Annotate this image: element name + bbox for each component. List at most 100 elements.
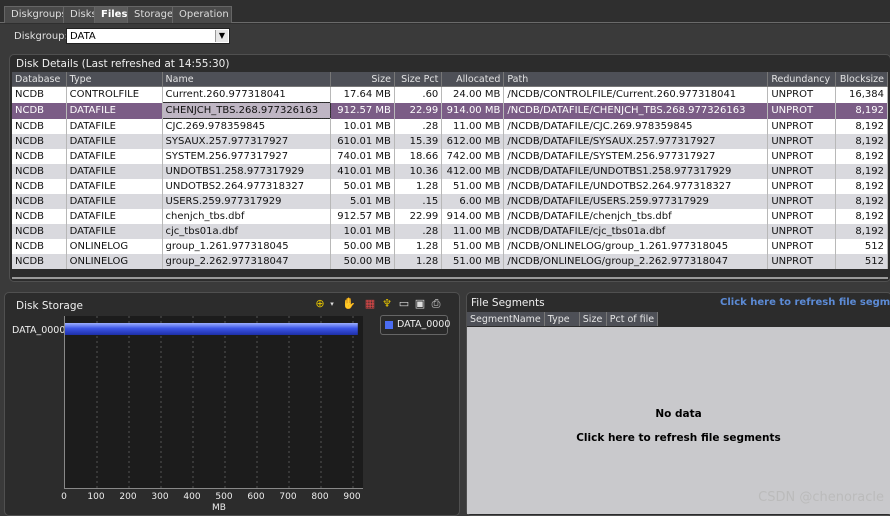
col-size-pct[interactable]: Size Pct bbox=[394, 72, 443, 87]
cell-type: ONLINELOG bbox=[66, 239, 163, 254]
col-path[interactable]: Path bbox=[503, 72, 769, 87]
cell-size: 10.01 MB bbox=[330, 118, 395, 134]
zoom-icon[interactable]: ⊕ bbox=[314, 298, 326, 310]
cell-type: DATAFILE bbox=[66, 164, 163, 179]
cell-path: /NCDB/DATAFILE/CJC.269.978359845 bbox=[503, 118, 769, 134]
chart-type-icon[interactable]: ▦ bbox=[364, 298, 376, 310]
cell-path: /NCDB/DATAFILE/chenjch_tbs.dbf bbox=[503, 209, 769, 224]
cell-size: 912.57 MB bbox=[330, 209, 395, 224]
file-segments-title: File Segments bbox=[471, 297, 545, 309]
cell-blocksize: 512 bbox=[835, 239, 888, 254]
cell-path: /NCDB/ONLINELOG/group_2.262.977318047 bbox=[503, 254, 769, 269]
cell-redundancy: UNPROT bbox=[767, 254, 837, 269]
cell-allocated: 914.00 MB bbox=[441, 209, 505, 224]
cell-size-pct: 1.28 bbox=[394, 179, 443, 194]
cell-name: Current.260.977318041 bbox=[162, 86, 331, 103]
cell-blocksize: 8,192 bbox=[835, 134, 888, 149]
cell-blocksize: 8,192 bbox=[835, 194, 888, 209]
col-seg-size[interactable]: Size bbox=[579, 312, 607, 326]
table-row[interactable]: NCDB DATAFILE CJC.269.978359845 10.01 MB .28… bbox=[12, 118, 888, 134]
table-row[interactable]: NCDB DATAFILE UNDOTBS1.258.977317929 410.01… bbox=[12, 164, 888, 179]
x-tick-label: 900 bbox=[343, 492, 361, 502]
refresh-file-segment-link[interactable]: Click here to refresh file segment bbox=[720, 297, 890, 308]
cell-blocksize: 8,192 bbox=[835, 118, 888, 134]
cell-allocated: 412.00 MB bbox=[441, 164, 505, 179]
col-seg-type[interactable]: Type bbox=[544, 312, 580, 326]
table-row[interactable]: NCDB ONLINELOG group_2.262.977318047 50.00 … bbox=[12, 254, 888, 269]
cell-size: 410.01 MB bbox=[330, 164, 395, 179]
table-header-row: Database Type Name Size Size Pct Allocat… bbox=[12, 72, 888, 87]
cell-size-pct: 22.99 bbox=[394, 209, 443, 224]
cell-database: NCDB bbox=[12, 239, 67, 254]
cell-allocated: 914.00 MB bbox=[441, 102, 505, 119]
cell-name: chenjch_tbs.dbf bbox=[162, 209, 331, 224]
col-pct-of-file[interactable]: Pct of file bbox=[606, 312, 659, 326]
x-tick-label: 400 bbox=[183, 492, 201, 502]
cell-size: 10.01 MB bbox=[330, 224, 395, 239]
cell-blocksize: 8,192 bbox=[835, 179, 888, 194]
tab-operation[interactable]: Operation bbox=[172, 6, 232, 23]
legend-swatch bbox=[385, 321, 393, 329]
cell-size-pct: .60 bbox=[394, 86, 443, 103]
x-tick-label: 100 bbox=[87, 492, 105, 502]
cell-allocated: 51.00 MB bbox=[441, 239, 505, 254]
cell-database: NCDB bbox=[12, 254, 67, 269]
cell-size-pct: 18.66 bbox=[394, 149, 443, 164]
cell-name: SYSTEM.256.977317927 bbox=[162, 149, 331, 164]
col-segment-name[interactable]: SegmentName bbox=[467, 312, 545, 326]
col-type[interactable]: Type bbox=[66, 72, 163, 87]
table-row[interactable]: NCDB DATAFILE SYSTEM.256.977317927 740.01 M… bbox=[12, 149, 888, 164]
chevron-down-icon[interactable]: ▾ bbox=[326, 298, 338, 310]
cell-path: /NCDB/DATAFILE/SYSAUX.257.977317927 bbox=[503, 134, 769, 149]
cell-name: cjc_tbs01a.dbf bbox=[162, 224, 331, 239]
legend-label: DATA_0000 bbox=[397, 319, 451, 330]
table-row[interactable]: NCDB DATAFILE CHENJCH_TBS.268.977326163 912… bbox=[12, 102, 888, 119]
x-tick-label: 800 bbox=[311, 492, 329, 502]
chevron-down-icon[interactable]: ▼ bbox=[215, 30, 228, 42]
cell-database: NCDB bbox=[12, 209, 67, 224]
cell-size-pct: 22.99 bbox=[394, 102, 443, 119]
cell-size-pct: .28 bbox=[394, 224, 443, 239]
cell-database: NCDB bbox=[12, 179, 67, 194]
chart-bar[interactable] bbox=[65, 323, 358, 335]
hand-pan-icon[interactable]: ✋ bbox=[342, 298, 356, 310]
table-row[interactable]: NCDB DATAFILE SYSAUX.257.977317927 610.01 M… bbox=[12, 134, 888, 149]
cell-name: group_1.261.977318045 bbox=[162, 239, 331, 254]
chart-legend: DATA_0000 bbox=[380, 315, 451, 335]
table-row[interactable]: NCDB CONTROLFILE Current.260.977318041 17.6… bbox=[12, 86, 888, 103]
col-database[interactable]: Database bbox=[12, 72, 67, 87]
cell-database: NCDB bbox=[12, 86, 67, 103]
cell-size-pct: 1.28 bbox=[394, 254, 443, 269]
cell-size: 50.01 MB bbox=[330, 179, 395, 194]
window-icon[interactable]: ▭ bbox=[398, 298, 410, 310]
cell-type: DATAFILE bbox=[66, 102, 163, 119]
print-icon[interactable]: ⎙ bbox=[430, 298, 442, 310]
table-bottom-edge bbox=[12, 277, 888, 279]
cell-size: 50.00 MB bbox=[330, 239, 395, 254]
col-allocated[interactable]: Allocated bbox=[441, 72, 505, 87]
diskgroup-select[interactable]: DATA ▼ bbox=[66, 28, 230, 44]
cell-redundancy: UNPROT bbox=[767, 164, 837, 179]
col-name[interactable]: Name bbox=[162, 72, 331, 87]
storage-chart-area bbox=[64, 316, 363, 489]
cell-allocated: 51.00 MB bbox=[441, 254, 505, 269]
cell-redundancy: UNPROT bbox=[767, 86, 837, 103]
table-row[interactable]: NCDB DATAFILE UNDOTBS2.264.977318327 50.01 … bbox=[12, 179, 888, 194]
cell-path: /NCDB/CONTROLFILE/Current.260.977318041 bbox=[503, 86, 769, 103]
save-icon[interactable]: ▣ bbox=[414, 298, 426, 310]
col-blocksize[interactable]: Blocksize bbox=[835, 72, 888, 87]
highlight-icon[interactable]: ♆ bbox=[381, 298, 393, 310]
table-row[interactable]: NCDB DATAFILE cjc_tbs01a.dbf 10.01 MB .28 11.… bbox=[12, 224, 888, 239]
file-segments-table: SegmentName Type Size Pct of file bbox=[467, 312, 659, 326]
cell-type: ONLINELOG bbox=[66, 254, 163, 269]
table-row[interactable]: NCDB ONLINELOG group_1.261.977318045 50.00 … bbox=[12, 239, 888, 254]
col-redundancy[interactable]: Redundancy bbox=[767, 72, 837, 87]
col-size[interactable]: Size bbox=[330, 72, 395, 87]
refresh-file-segments-link[interactable]: Click here to refresh file segments bbox=[467, 432, 890, 444]
table-row[interactable]: NCDB DATAFILE chenjch_tbs.dbf 912.57 MB 22.9… bbox=[12, 209, 888, 224]
cell-allocated: 11.00 MB bbox=[441, 118, 505, 134]
disk-details-body: NCDB CONTROLFILE Current.260.977318041 17.6… bbox=[12, 86, 888, 269]
cell-name: UNDOTBS2.264.977318327 bbox=[162, 179, 331, 194]
diskgroup-label: Diskgroup: bbox=[14, 31, 68, 42]
table-row[interactable]: NCDB DATAFILE USERS.259.977317929 5.01 MB .1… bbox=[12, 194, 888, 209]
